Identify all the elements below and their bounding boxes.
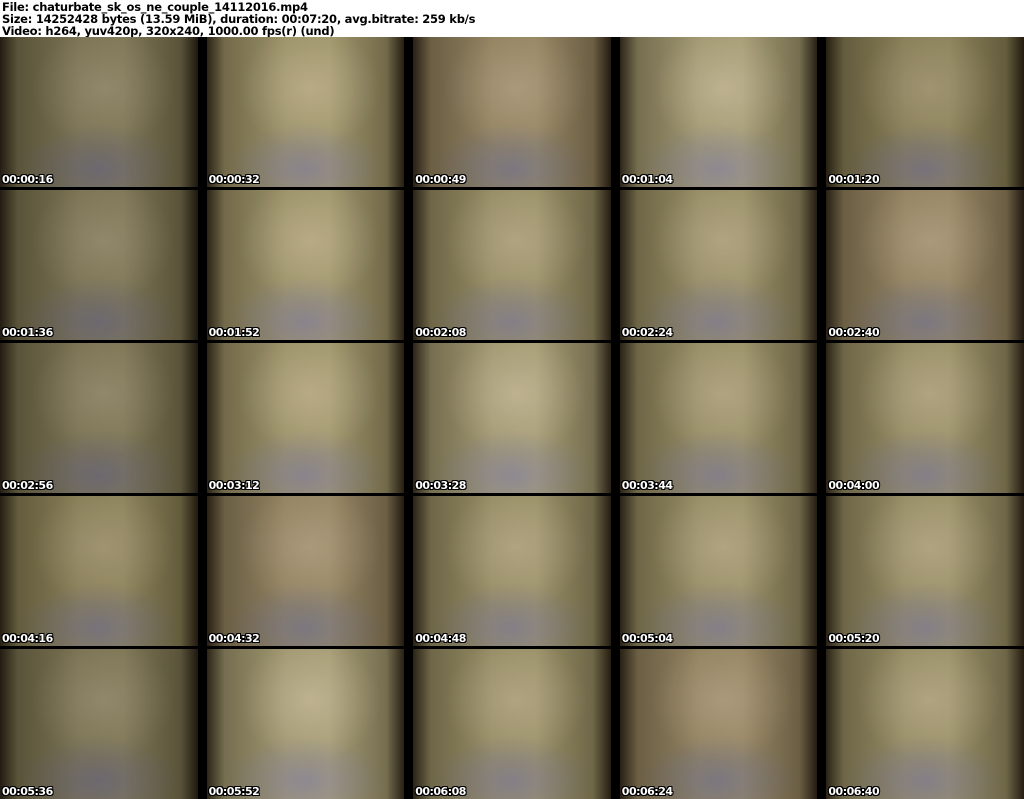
timestamp-overlay: 00:02:08 [415,326,466,339]
video-frame-image [826,190,1024,340]
video-thumbnail: 00:00:32 [206,37,405,187]
video-frame-image [826,496,1024,646]
video-frame-image [413,343,611,493]
video-frame-image [206,343,405,493]
video-thumbnail: 00:01:36 [0,190,198,340]
timestamp-overlay: 00:01:20 [828,173,880,186]
video-thumbnail: 00:00:16 [0,37,198,187]
timestamp-overlay: 00:02:56 [2,479,53,492]
timestamp-overlay: 00:05:52 [208,785,260,798]
video-frame-image [206,37,405,187]
video-frame-image [0,649,198,799]
video-frame-image [619,343,818,493]
video-thumbnail: 00:04:32 [206,496,405,646]
timestamp-overlay: 00:04:32 [208,632,260,645]
video-frame-image [619,190,818,340]
video-thumbnail: 00:05:20 [826,496,1024,646]
video-thumbnail: 00:02:56 [0,343,198,493]
timestamp-overlay: 00:06:24 [621,785,673,798]
timestamp-overlay: 00:03:12 [208,479,260,492]
video-thumbnail: 00:06:24 [619,649,818,799]
timestamp-overlay: 00:01:52 [208,326,260,339]
video-frame-image [413,190,611,340]
video-thumbnail: 00:05:36 [0,649,198,799]
timestamp-overlay: 00:03:44 [621,479,673,492]
video-thumbnail: 00:04:16 [0,496,198,646]
video-frame-image [826,649,1024,799]
video-thumbnail: 00:04:48 [413,496,611,646]
thumbnail-grid: 00:00:16 00:00:32 00:00:49 00:01:04 00:0… [0,37,1024,799]
video-thumbnail: 00:05:52 [206,649,405,799]
video-thumbnail: 00:02:08 [413,190,611,340]
video-thumbnail: 00:03:44 [619,343,818,493]
video-thumbnail: 00:01:20 [826,37,1024,187]
video-frame-image [206,496,405,646]
timestamp-overlay: 00:01:04 [621,173,673,186]
video-frame-image [0,496,198,646]
video-thumbnail: 00:02:40 [826,190,1024,340]
timestamp-overlay: 00:03:28 [415,479,466,492]
video-thumbnail: 00:00:49 [413,37,611,187]
video-frame-image [0,343,198,493]
video-frame-image [826,37,1024,187]
video-frame-image [0,37,198,187]
video-thumbnail: 00:01:04 [619,37,818,187]
video-thumbnail: 00:01:52 [206,190,405,340]
timestamp-overlay: 00:06:40 [828,785,880,798]
video-thumbnail: 00:06:08 [413,649,611,799]
timestamp-overlay: 00:04:00 [828,479,880,492]
video-frame-image [206,190,405,340]
timestamp-overlay: 00:00:16 [2,173,53,186]
video-frame-image [413,496,611,646]
video-frame-image [619,496,818,646]
video-thumbnail: 00:05:04 [619,496,818,646]
timestamp-overlay: 00:05:36 [2,785,53,798]
timestamp-overlay: 00:00:49 [415,173,466,186]
video-thumbnail: 00:03:28 [413,343,611,493]
video-frame-image [826,343,1024,493]
timestamp-overlay: 00:05:20 [828,632,880,645]
timestamp-overlay: 00:02:24 [621,326,673,339]
video-thumbnail: 00:04:00 [826,343,1024,493]
timestamp-overlay: 00:05:04 [621,632,673,645]
timestamp-overlay: 00:04:48 [415,632,466,645]
video-codec-line: Video: h264, yuv420p, 320x240, 1000.00 f… [2,24,335,37]
video-thumbnail: 00:02:24 [619,190,818,340]
timestamp-overlay: 00:00:32 [208,173,260,186]
video-frame-image [619,649,818,799]
video-frame-image [0,190,198,340]
video-frame-image [413,37,611,187]
video-frame-image [619,37,818,187]
video-thumbnail: 00:03:12 [206,343,405,493]
timestamp-overlay: 00:01:36 [2,326,53,339]
video-thumbnail: 00:06:40 [826,649,1024,799]
file-metadata-header: File: chaturbate_sk_os_ne_couple_1411201… [0,0,1024,37]
timestamp-overlay: 00:06:08 [415,785,466,798]
timestamp-overlay: 00:02:40 [828,326,880,339]
video-frame-image [413,649,611,799]
video-frame-image [206,649,405,799]
timestamp-overlay: 00:04:16 [2,632,53,645]
